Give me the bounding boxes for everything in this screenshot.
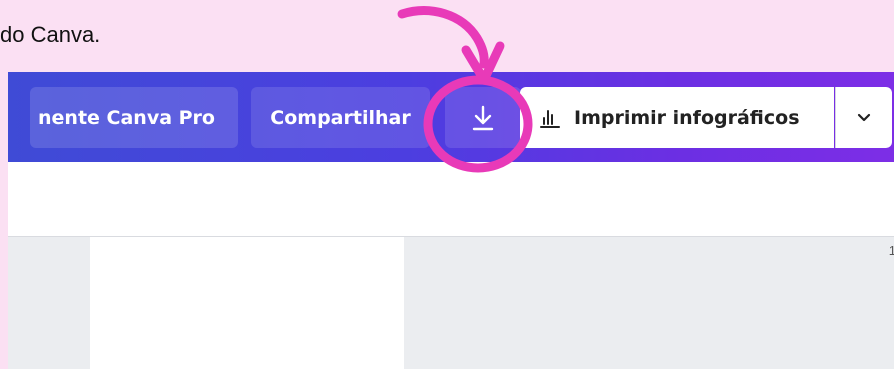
highlight-circle xyxy=(423,75,533,173)
highlight-annotation xyxy=(397,6,533,173)
